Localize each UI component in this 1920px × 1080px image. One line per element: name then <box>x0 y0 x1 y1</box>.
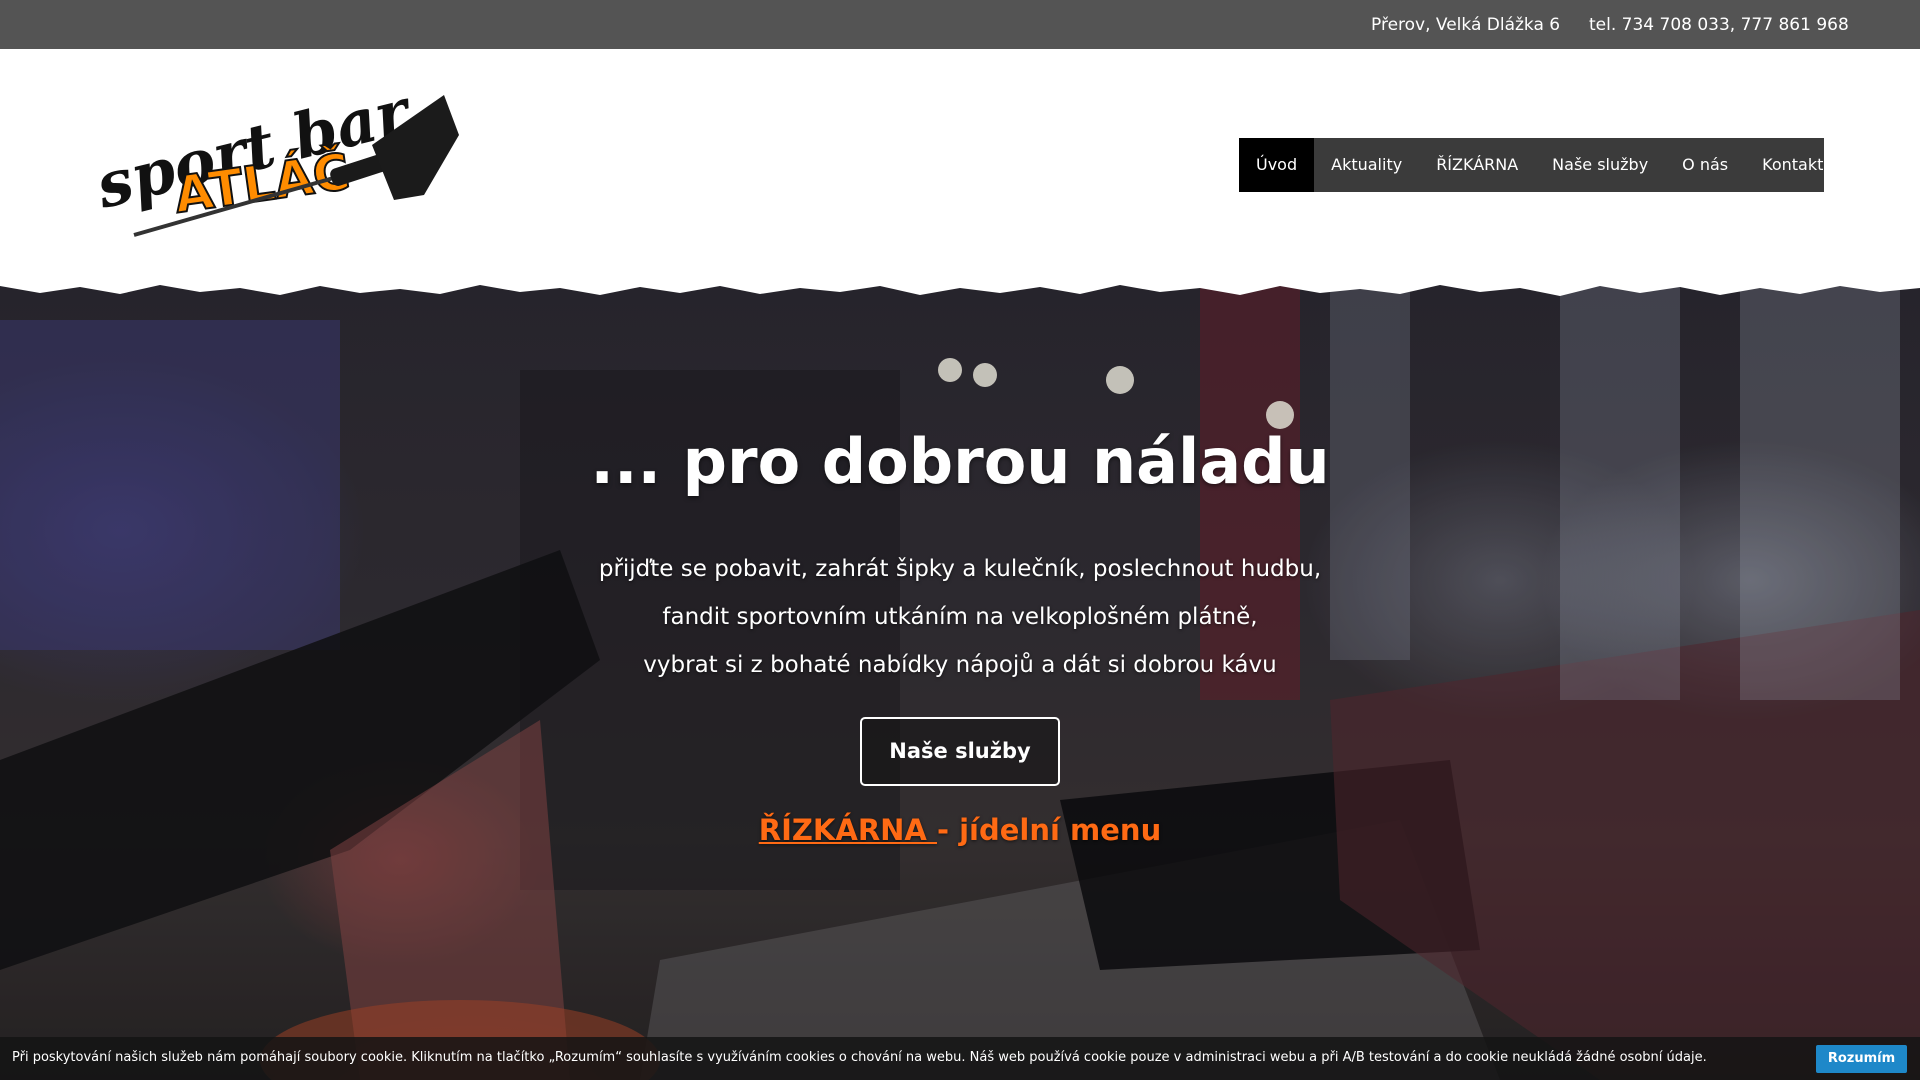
address-text: Přerov, Velká Dlážka 6 <box>1371 15 1561 35</box>
top-info-bar: Přerov, Velká Dlážka 6 tel. 734 708 033,… <box>0 0 1920 49</box>
torn-edge-divider <box>0 270 1920 296</box>
rizkarna-menu-link-row: ŘÍZKÁRNA - jídelní menu <box>0 813 1920 847</box>
nav-item-o-nas[interactable]: O nás <box>1665 138 1745 192</box>
nav-item-nase-sluzby[interactable]: Naše služby <box>1535 138 1665 192</box>
cookie-consent-bar: Při poskytování našich služeb nám pomáha… <box>0 1037 1920 1080</box>
cookie-notice-text: Při poskytování našich služeb nám pomáha… <box>12 1050 1707 1065</box>
hero-text-line-1: přijďte se pobavit, zahrát šipky a kuleč… <box>598 556 1322 582</box>
hero-text-line-2: fandit sportovním utkáním na velkoplošné… <box>662 604 1258 630</box>
cookie-accept-button[interactable]: Rozumím <box>1816 1045 1907 1073</box>
nav-item-kontakt[interactable]: Kontakt <box>1745 138 1840 192</box>
nav-item-rizkarna[interactable]: ŘÍZKÁRNA <box>1419 138 1535 192</box>
hero-headline: ... pro dobrou náladu <box>590 425 1330 498</box>
nav-item-uvod[interactable]: Úvod <box>1239 138 1315 192</box>
hero-overlay <box>0 280 1920 1080</box>
nav-item-aktuality[interactable]: Aktuality <box>1314 138 1419 192</box>
main-navigation: Úvod Aktuality ŘÍZKÁRNA Naše služby O ná… <box>1239 138 1824 192</box>
hero-text-line-3: vybrat si z bohaté nabídky nápojů a dát … <box>643 652 1277 678</box>
menu-link-suffix: - jídelní menu <box>936 813 1162 847</box>
rizkarna-link[interactable]: ŘÍZKÁRNA <box>759 813 937 847</box>
sport-bar-atlac-logo[interactable]: sport bar ATLÁČ <box>94 75 464 245</box>
nase-sluzby-button[interactable]: Naše služby <box>860 717 1060 786</box>
hero-section <box>0 280 1920 1080</box>
phone-text[interactable]: tel. 734 708 033, 777 861 968 <box>1589 15 1849 35</box>
